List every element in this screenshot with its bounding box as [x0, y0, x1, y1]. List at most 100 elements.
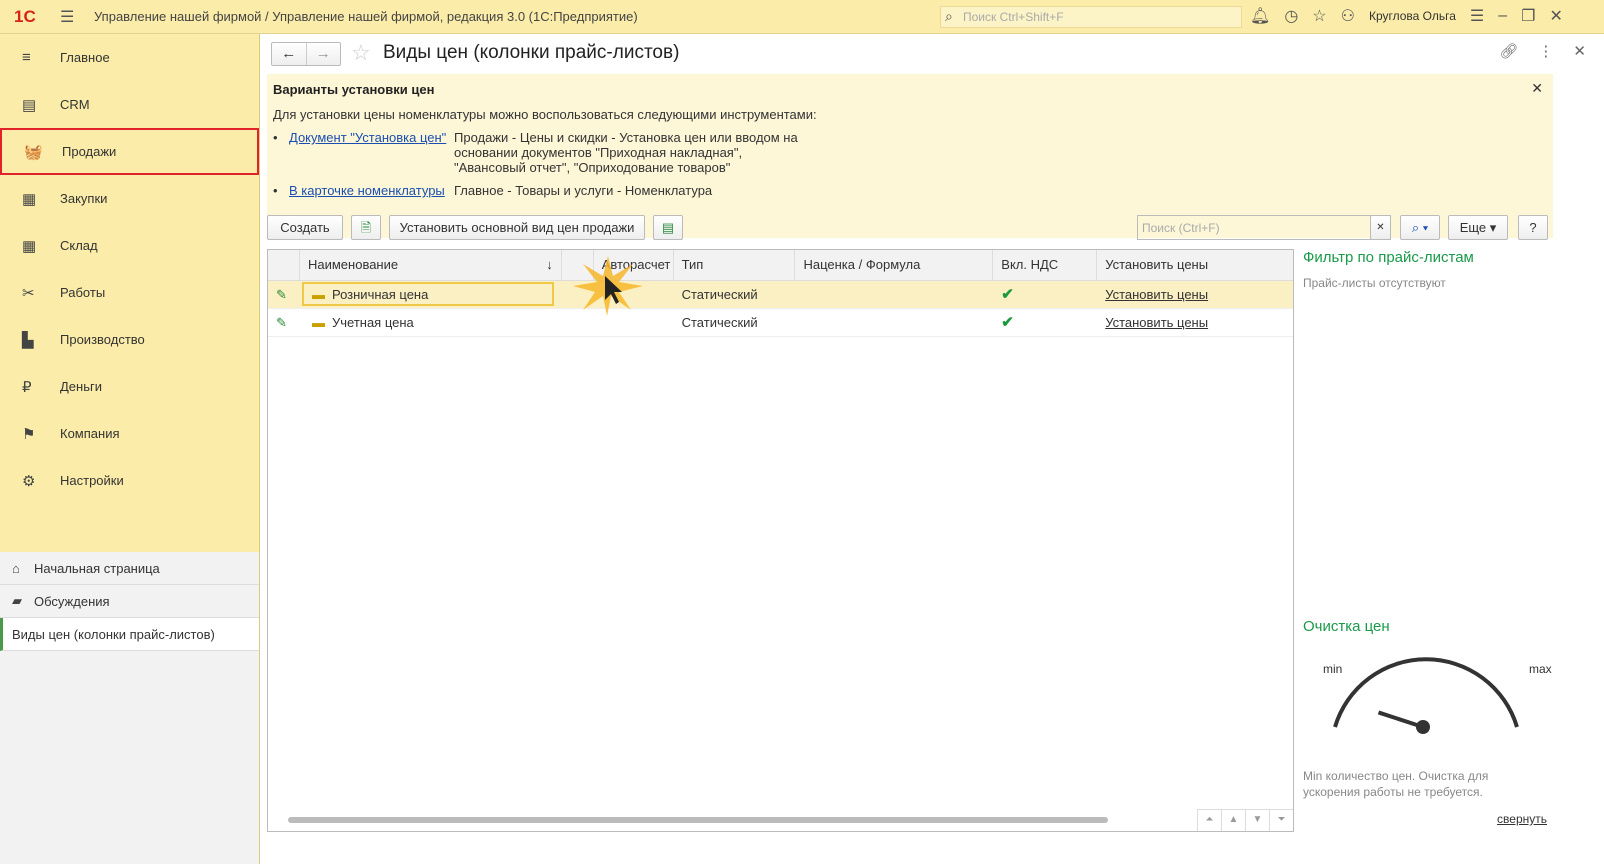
sidebar-item-1[interactable]: ▤ CRM [0, 81, 259, 128]
filter-empty: Прайс-листы отсутствуют [1303, 276, 1446, 290]
sidebar-item-label: Настройки [60, 473, 124, 488]
horizontal-scrollbar[interactable] [288, 817, 1108, 823]
sidebar-item-label: Деньги [60, 379, 102, 394]
set-main-price-button[interactable]: Установить основной вид цен продажи [389, 215, 645, 240]
page-title: Виды цен (колонки прайс-листов) [383, 42, 680, 63]
sidebar-item-8[interactable]: ⚑ Компания [0, 410, 259, 457]
price-type-icon: ▬ [311, 315, 325, 330]
sidebar-item-label: Производство [60, 332, 145, 347]
list-search-input[interactable]: Поиск (Ctrl+F) [1137, 215, 1391, 240]
search-icon: ⌕ [945, 8, 953, 24]
price-doc-link[interactable]: Документ "Установка цен" [289, 130, 454, 175]
scroll-top-button[interactable]: ⏶ [1197, 809, 1221, 831]
section-icon: ⚙ [22, 472, 36, 490]
info-close-icon[interactable]: ✕ [1531, 80, 1543, 97]
sidebar-item-0[interactable]: ≡ Главное [0, 34, 259, 81]
markup-cell [795, 309, 993, 336]
sidebar-item-3[interactable]: ▦ Закупки [0, 175, 259, 222]
section-icon: ✂ [22, 284, 35, 302]
gauge-min-label: min [1323, 662, 1342, 676]
close-icon[interactable]: ✕ [1550, 6, 1563, 26]
type-cell: Статический [681, 315, 758, 330]
set-prices-link[interactable]: Установить цены [1105, 315, 1208, 330]
scroll-down-button[interactable]: ▼ [1245, 809, 1269, 831]
collapse-link[interactable]: свернуть [1303, 812, 1547, 826]
settings-menu-icon[interactable]: ☰ [1470, 6, 1484, 26]
list-settings-button[interactable]: ▤ [653, 215, 683, 240]
right-panel: Фильтр по прайс-листам Прайс-листы отсут… [1303, 249, 1593, 826]
edit-icon: ✎ [276, 287, 287, 302]
gauge-arc [1333, 657, 1519, 728]
forward-button[interactable]: → [305, 43, 341, 65]
section-icon: ▦ [22, 237, 37, 255]
sort-desc-icon: ↓ [546, 257, 553, 272]
sidebar-item-9[interactable]: ⚙ Настройки [0, 457, 259, 504]
column-header-markup[interactable]: Наценка / Формула [795, 250, 994, 280]
menu-icon[interactable]: ☰ [60, 7, 84, 27]
table-row[interactable]: ✎ ▬ Розничная цена Статический ✔ Установи… [268, 281, 1293, 309]
more-button[interactable]: Еще ▾ [1448, 215, 1508, 240]
copy-document-button[interactable]: 🗎 [351, 215, 381, 240]
help-button[interactable]: ? [1518, 215, 1548, 240]
main-form: ← → ☆ Виды цен (колонки прайс-листов) 🔗︎ ⋮… [261, 34, 1604, 864]
table-row[interactable]: ✎ ▬ Учетная цена Статический ✔ Установить… [268, 309, 1293, 337]
price-types-table: Наименование ↓ Авторасчет Тип Наценка / Ф… [267, 249, 1294, 832]
column-header-type[interactable]: Тип [674, 250, 796, 280]
section-icon: ▤ [22, 96, 37, 114]
sidebar-link-home[interactable]: ⌂ Начальная страница [0, 552, 259, 585]
vat-check-icon: ✔ [1001, 286, 1014, 303]
sidebar-item-label: CRM [60, 97, 90, 112]
scroll-bottom-button[interactable]: ⏷ [1269, 809, 1293, 831]
sidebar-link-discussions[interactable]: ▰ Обсуждения [0, 585, 259, 618]
filter-title[interactable]: Фильтр по прайс-листам [1303, 249, 1593, 266]
section-icon: ≡ [22, 49, 31, 66]
sidebar-item-7[interactable]: ₽ Деньги [0, 363, 259, 410]
cleanup-gauge: min max [1323, 657, 1552, 734]
scroll-up-button[interactable]: ▲ [1221, 809, 1245, 831]
restore-icon[interactable]: ❐ [1521, 6, 1535, 26]
minimize-icon[interactable]: – [1498, 7, 1507, 25]
user-name[interactable]: Круглова Ольга [1369, 9, 1456, 23]
search-clear-button[interactable]: ✕ [1370, 215, 1391, 240]
sidebar-item-label: Компания [60, 426, 120, 441]
sidebar-link-current[interactable]: Виды цен (колонки прайс-листов) [0, 618, 259, 651]
sidebar-item-5[interactable]: ✂ Работы [0, 269, 259, 316]
sidebar-item-label: Главное [60, 50, 110, 65]
global-search-input[interactable]: ⌕ Поиск Ctrl+Shift+F [940, 6, 1242, 28]
item-card-link[interactable]: В карточке номенклатуры [289, 183, 454, 198]
section-icon: ⚑ [22, 425, 36, 443]
info-heading: Варианты установки цен [273, 82, 435, 97]
column-header-name[interactable]: Наименование ↓ [300, 250, 562, 280]
price-name: Учетная цена [331, 315, 414, 330]
star-icon[interactable]: ☆ [1312, 6, 1326, 26]
home-icon: ⌂ [12, 560, 20, 576]
user-icon[interactable]: ⚇ [1341, 6, 1355, 26]
sidebar-item-4[interactable]: ▦ Склад [0, 222, 259, 269]
favorite-star-icon[interactable]: ☆ [351, 40, 371, 66]
column-header-set-prices[interactable]: Установить цены [1097, 250, 1293, 280]
column-header-vat[interactable]: Вкл. НДС [993, 250, 1098, 280]
sidebar-item-2[interactable]: 🧺 Продажи [0, 128, 259, 175]
gauge-needle [1377, 710, 1424, 729]
create-button[interactable]: Создать [267, 215, 343, 240]
section-icon: 🧺 [24, 143, 43, 161]
history-icon[interactable]: ◷ [1284, 6, 1298, 26]
sidebar-item-label: Продажи [62, 144, 117, 159]
type-cell: Статический [681, 287, 758, 302]
more-icon[interactable]: ⋮ [1538, 42, 1553, 60]
gauge-hub [1416, 720, 1430, 734]
search-button[interactable]: ⌕ ▾ [1400, 215, 1440, 240]
cleanup-title: Очистка цен [1303, 618, 1390, 635]
bell-icon[interactable]: 🔔︎ [1250, 6, 1270, 26]
section-icon: ▙ [22, 331, 34, 349]
back-button[interactable]: ← [272, 43, 306, 65]
sidebar-item-6[interactable]: ▙ Производство [0, 316, 259, 363]
sidebar-item-label: Закупки [60, 191, 108, 206]
form-close-icon[interactable]: ✕ [1573, 42, 1586, 60]
set-prices-link[interactable]: Установить цены [1105, 287, 1208, 302]
section-icon: ₽ [22, 378, 32, 396]
sidebar: ≡ Главное ▤ CRM 🧺 Продажи ▦ Закупки ▦ Склад ✂ Работ… [0, 34, 260, 864]
link-icon[interactable]: 🔗︎ [1499, 42, 1518, 60]
title-bar: 1С ☰ Управление нашей фирмой / Управлени… [0, 0, 1604, 34]
price-name: Розничная цена [331, 287, 429, 302]
